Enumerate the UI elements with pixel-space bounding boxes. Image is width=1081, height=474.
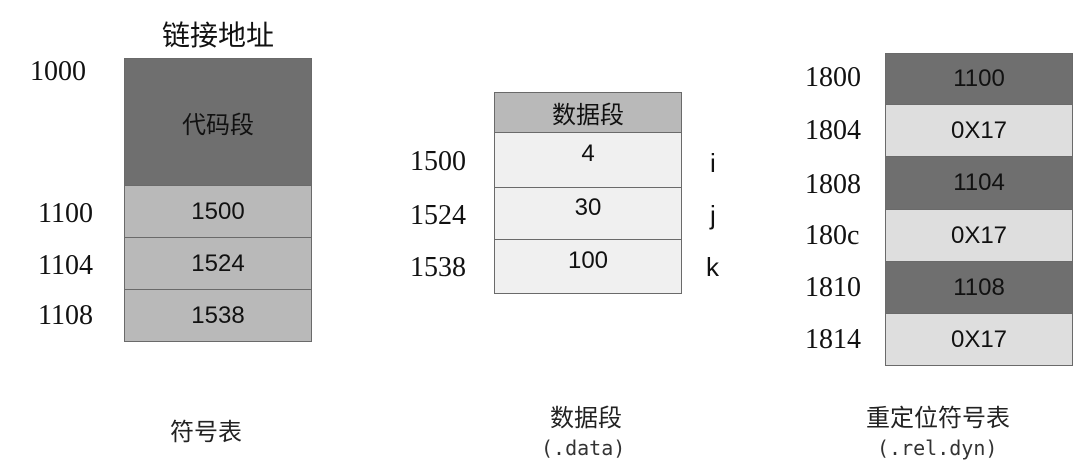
data-caption: 数据段 <box>550 404 622 432</box>
symtab-entry-value: 1500 <box>191 197 245 225</box>
reloc-address: 1814 <box>805 324 861 355</box>
reloc-entry: 1104 <box>885 157 1073 210</box>
symtab-caption: 符号表 <box>170 418 242 446</box>
data-entry: 100 <box>494 240 682 294</box>
data-entry-value: 100 <box>567 246 609 274</box>
data-entry: 30 <box>494 188 682 240</box>
data-entry-value: 4 <box>581 140 595 167</box>
symtab-entry: 1524 <box>124 238 312 290</box>
reloc-entry-value: 0X17 <box>950 221 1008 249</box>
variable-name: j <box>710 200 716 230</box>
symtab-entry: 1538 <box>124 290 312 342</box>
data-segment-header-label: 数据段 <box>552 101 624 129</box>
reloc-entry: 0X17 <box>885 105 1073 157</box>
reloc-address: 1810 <box>805 272 861 303</box>
code-segment-block: 代码段 <box>124 58 312 186</box>
reloc-entry-value: 1104 <box>953 169 1005 196</box>
data-address: 1538 <box>410 252 466 283</box>
symtab-address: 1100 <box>38 198 93 229</box>
reloc-entry: 1100 <box>885 53 1073 105</box>
data-entry: 4 <box>494 133 682 188</box>
reloc-address: 1804 <box>805 115 861 146</box>
symtab-address: 1108 <box>38 300 93 331</box>
symtab-entry-value: 1524 <box>191 249 245 277</box>
data-address: 1500 <box>410 146 466 177</box>
variable-name: i <box>710 148 716 178</box>
symtab-address: 1000 <box>30 56 86 87</box>
reloc-entry-value: 0X17 <box>950 325 1008 353</box>
reloc-entry: 0X17 <box>885 314 1073 366</box>
symtab-address: 1104 <box>38 250 93 281</box>
reloc-address: 1800 <box>805 62 861 93</box>
diagram-title: 链接地址 <box>162 19 275 52</box>
data-address: 1524 <box>410 200 466 231</box>
data-entry-value: 30 <box>574 193 602 221</box>
data-segment-header: 数据段 <box>494 92 682 133</box>
reloc-entry-value: 0X17 <box>950 116 1008 144</box>
reloc-address: 1808 <box>805 169 861 200</box>
symtab-entry-value: 1538 <box>191 301 245 329</box>
data-subcaption: (.data) <box>541 436 626 460</box>
variable-name: k <box>706 252 719 282</box>
reloc-caption: 重定位符号表 <box>866 404 1010 432</box>
reloc-entry: 1108 <box>885 262 1073 314</box>
reloc-address: 180c <box>805 220 860 251</box>
reloc-entry-value: 1100 <box>953 65 1005 92</box>
reloc-entry-value: 1108 <box>953 273 1005 301</box>
reloc-entry: 0X17 <box>885 210 1073 262</box>
reloc-subcaption: (.rel.dyn) <box>877 436 998 460</box>
code-segment-label: 代码段 <box>182 110 254 139</box>
symtab-entry: 1500 <box>124 186 312 238</box>
